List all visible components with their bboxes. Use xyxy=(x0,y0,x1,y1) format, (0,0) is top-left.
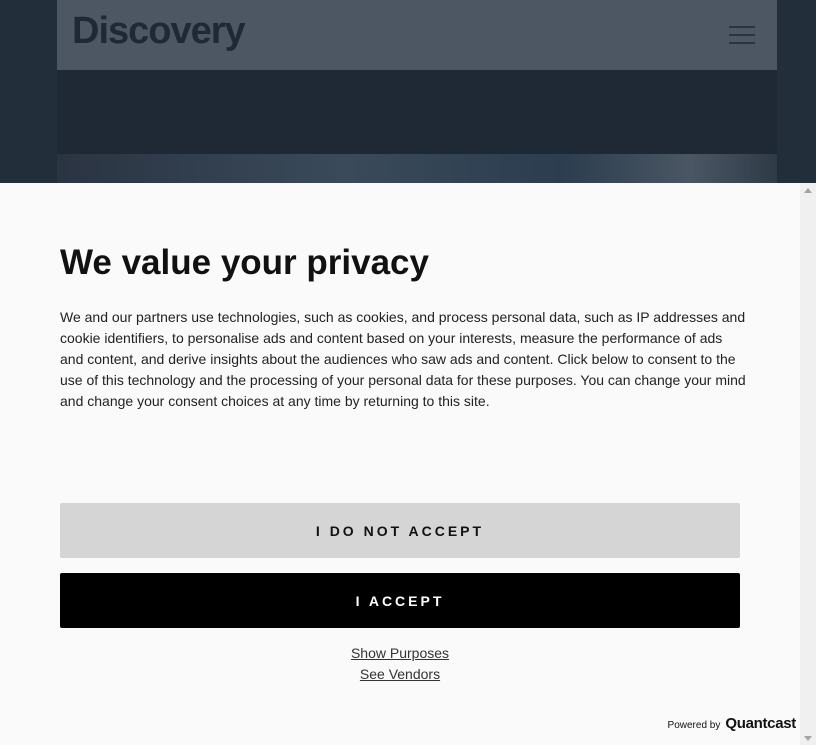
consent-description: We and our partners use technologies, su… xyxy=(60,309,746,409)
consent-title: We value your privacy xyxy=(60,243,429,282)
quantcast-logo[interactable]: Quantcast xyxy=(725,715,796,732)
menu-icon-bar xyxy=(729,26,755,28)
scroll-down-icon[interactable] xyxy=(804,736,812,741)
site-logo-text: Discovery xyxy=(72,10,246,52)
menu-icon[interactable] xyxy=(729,26,755,44)
menu-icon-bar xyxy=(729,42,755,44)
consent-dialog: We value your privacy We and our partner… xyxy=(0,183,800,745)
show-purposes-link[interactable]: Show Purposes xyxy=(0,645,800,661)
scroll-up-icon[interactable] xyxy=(804,188,812,193)
hero-image xyxy=(57,154,777,184)
discovery-logo[interactable]: Discovery xyxy=(72,10,246,53)
powered-by-label: Powered by xyxy=(667,720,721,731)
menu-icon-bar xyxy=(729,34,755,36)
scrollbar[interactable] xyxy=(800,183,816,745)
see-vendors-link[interactable]: See Vendors xyxy=(0,666,800,682)
accept-button[interactable]: I ACCEPT xyxy=(60,573,740,628)
powered-by: Powered by Quantcast xyxy=(667,715,797,732)
site-header: Discovery xyxy=(57,0,777,70)
site-banner xyxy=(57,70,777,154)
reject-button[interactable]: I DO NOT ACCEPT xyxy=(60,503,740,558)
